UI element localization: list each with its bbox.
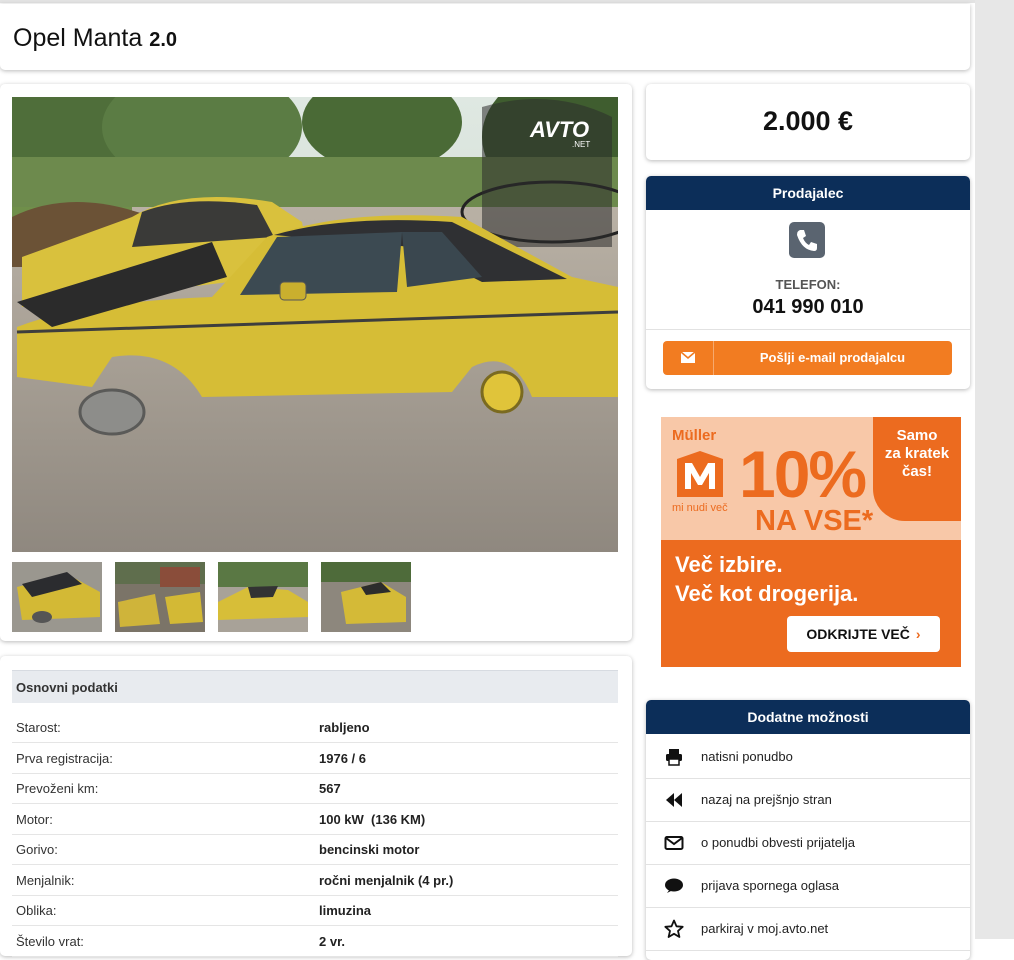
- advertisement-banner[interactable]: Müller mi nudi več 10% NA VSE* Samo za k…: [661, 417, 961, 667]
- option-park[interactable]: parkiraj v moj.avto.net: [646, 907, 970, 951]
- printer-icon: [664, 747, 684, 767]
- spec-row: Menjalnik: ročni menjalnik (4 pr.): [12, 865, 618, 896]
- listing-version: 2.0: [149, 29, 178, 51]
- option-print[interactable]: natisni ponudbo: [646, 735, 970, 779]
- email-seller-label: Pošlji e-mail prodajalcu: [759, 350, 906, 365]
- specs-card: Osnovni podatki Starost: rabljeno Prva r…: [0, 656, 632, 957]
- ad-logo-icon: [675, 449, 725, 499]
- photo-watermark-sub: .NET: [572, 140, 590, 149]
- listing-title: Opel Manta 2.0: [13, 24, 177, 53]
- option-label: nazaj na prejšnjo stran: [701, 792, 832, 807]
- listing-price: 2.000 €: [762, 106, 854, 136]
- spec-row: Oblika: limuzina: [12, 895, 618, 926]
- top-border: [0, 0, 975, 3]
- spec-row: Motor: 100 kW (136 KM): [12, 804, 618, 835]
- page-gutter: [975, 0, 1014, 939]
- phone-label: TELEFON:: [775, 277, 841, 292]
- spec-label: Starost:: [16, 720, 61, 735]
- option-back[interactable]: nazaj na prejšnjo stran: [646, 778, 970, 822]
- spec-label: Število vrat:: [16, 934, 84, 949]
- thumbnail-2[interactable]: [115, 562, 205, 632]
- seller-card: Prodajalec TELEFON: 041 990 010 Pošlji e…: [646, 176, 970, 389]
- ad-discount: 10%: [739, 437, 867, 511]
- envelope-icon: [664, 833, 684, 853]
- star-icon: [664, 919, 684, 939]
- chevron-right-icon: ›: [915, 626, 921, 642]
- divider: [646, 329, 970, 330]
- specs-header: Osnovni podatki: [12, 670, 618, 703]
- spec-value: 100 kW (136 KM): [319, 812, 426, 827]
- options-header: Dodatne možnosti: [646, 700, 970, 734]
- envelope-icon: [663, 341, 714, 375]
- gallery-card: AVTO .NET: [0, 84, 632, 641]
- phone-icon: [789, 222, 825, 258]
- spec-row: Starost: rabljeno: [12, 712, 618, 743]
- ad-badge-line1: Samo: [896, 427, 938, 444]
- ad-badge: Samo za kratek čas!: [873, 417, 961, 521]
- ad-badge-line2: za kratek: [884, 445, 950, 462]
- ad-headline-1: Več izbire.: [675, 552, 783, 577]
- spec-row: Gorivo: bencinski motor: [12, 834, 618, 865]
- spec-value: ročni menjalnik (4 pr.): [319, 873, 454, 888]
- ad-headline-2: Več kot drogerija.: [675, 581, 859, 606]
- thumbnail-4[interactable]: [321, 562, 411, 632]
- spec-value: 567: [319, 781, 341, 796]
- ad-tagline: mi nudi več: [672, 502, 728, 514]
- option-share[interactable]: o ponudbi obvesti prijatelja: [646, 821, 970, 865]
- seller-header: Prodajalec: [646, 176, 970, 210]
- spec-label: Menjalnik:: [16, 873, 75, 888]
- ad-cta-label: ODKRIJTE VEČ: [806, 626, 910, 642]
- spec-value: 2 vr.: [319, 934, 346, 949]
- spec-value: rabljeno: [319, 720, 370, 735]
- comment-icon: [664, 876, 684, 896]
- ad-badge-line3: čas!: [901, 463, 933, 480]
- spec-row: Prevoženi km: 567: [12, 773, 618, 804]
- ad-discount-suffix: NA VSE*: [755, 505, 874, 537]
- spec-label: Motor:: [16, 812, 53, 827]
- spec-value: bencinski motor: [319, 842, 420, 857]
- car-photo: AVTO .NET: [12, 97, 618, 552]
- spec-row: Prva registracija: 1976 / 6: [12, 743, 618, 774]
- thumbnail-1[interactable]: [12, 562, 102, 632]
- price-card: 2.000 €: [646, 84, 970, 160]
- backward-icon: [664, 790, 684, 810]
- spec-row: Število vrat: 2 vr.: [12, 926, 618, 957]
- thumbnail-3[interactable]: [218, 562, 308, 632]
- option-label: parkiraj v moj.avto.net: [701, 921, 829, 936]
- option-report[interactable]: prijava spornega oglasa: [646, 864, 970, 908]
- spec-value: limuzina: [319, 903, 372, 918]
- email-seller-button[interactable]: Pošlji e-mail prodajalcu: [663, 341, 952, 375]
- ad-cta-button[interactable]: ODKRIJTE VEČ ›: [787, 616, 940, 652]
- option-label: o ponudbi obvesti prijatelja: [701, 835, 855, 850]
- option-label: natisni ponudbo: [701, 749, 793, 764]
- spec-value: 1976 / 6: [319, 751, 366, 766]
- options-card: Dodatne možnosti natisni ponudbo nazaj n…: [646, 700, 970, 960]
- spec-label: Prevoženi km:: [16, 781, 99, 796]
- title-card: Opel Manta 2.0: [0, 4, 970, 70]
- photo-watermark: AVTO: [529, 117, 589, 142]
- phone-number[interactable]: 041 990 010: [646, 296, 970, 319]
- main-photo[interactable]: AVTO .NET: [12, 97, 618, 552]
- ad-brand: Müller: [672, 427, 717, 444]
- spec-label: Prva registracija:: [16, 751, 113, 766]
- listing-model: Opel Manta: [13, 24, 143, 52]
- spec-label: Gorivo:: [16, 842, 58, 857]
- spec-label: Oblika:: [16, 903, 57, 918]
- option-label: prijava spornega oglasa: [701, 878, 840, 893]
